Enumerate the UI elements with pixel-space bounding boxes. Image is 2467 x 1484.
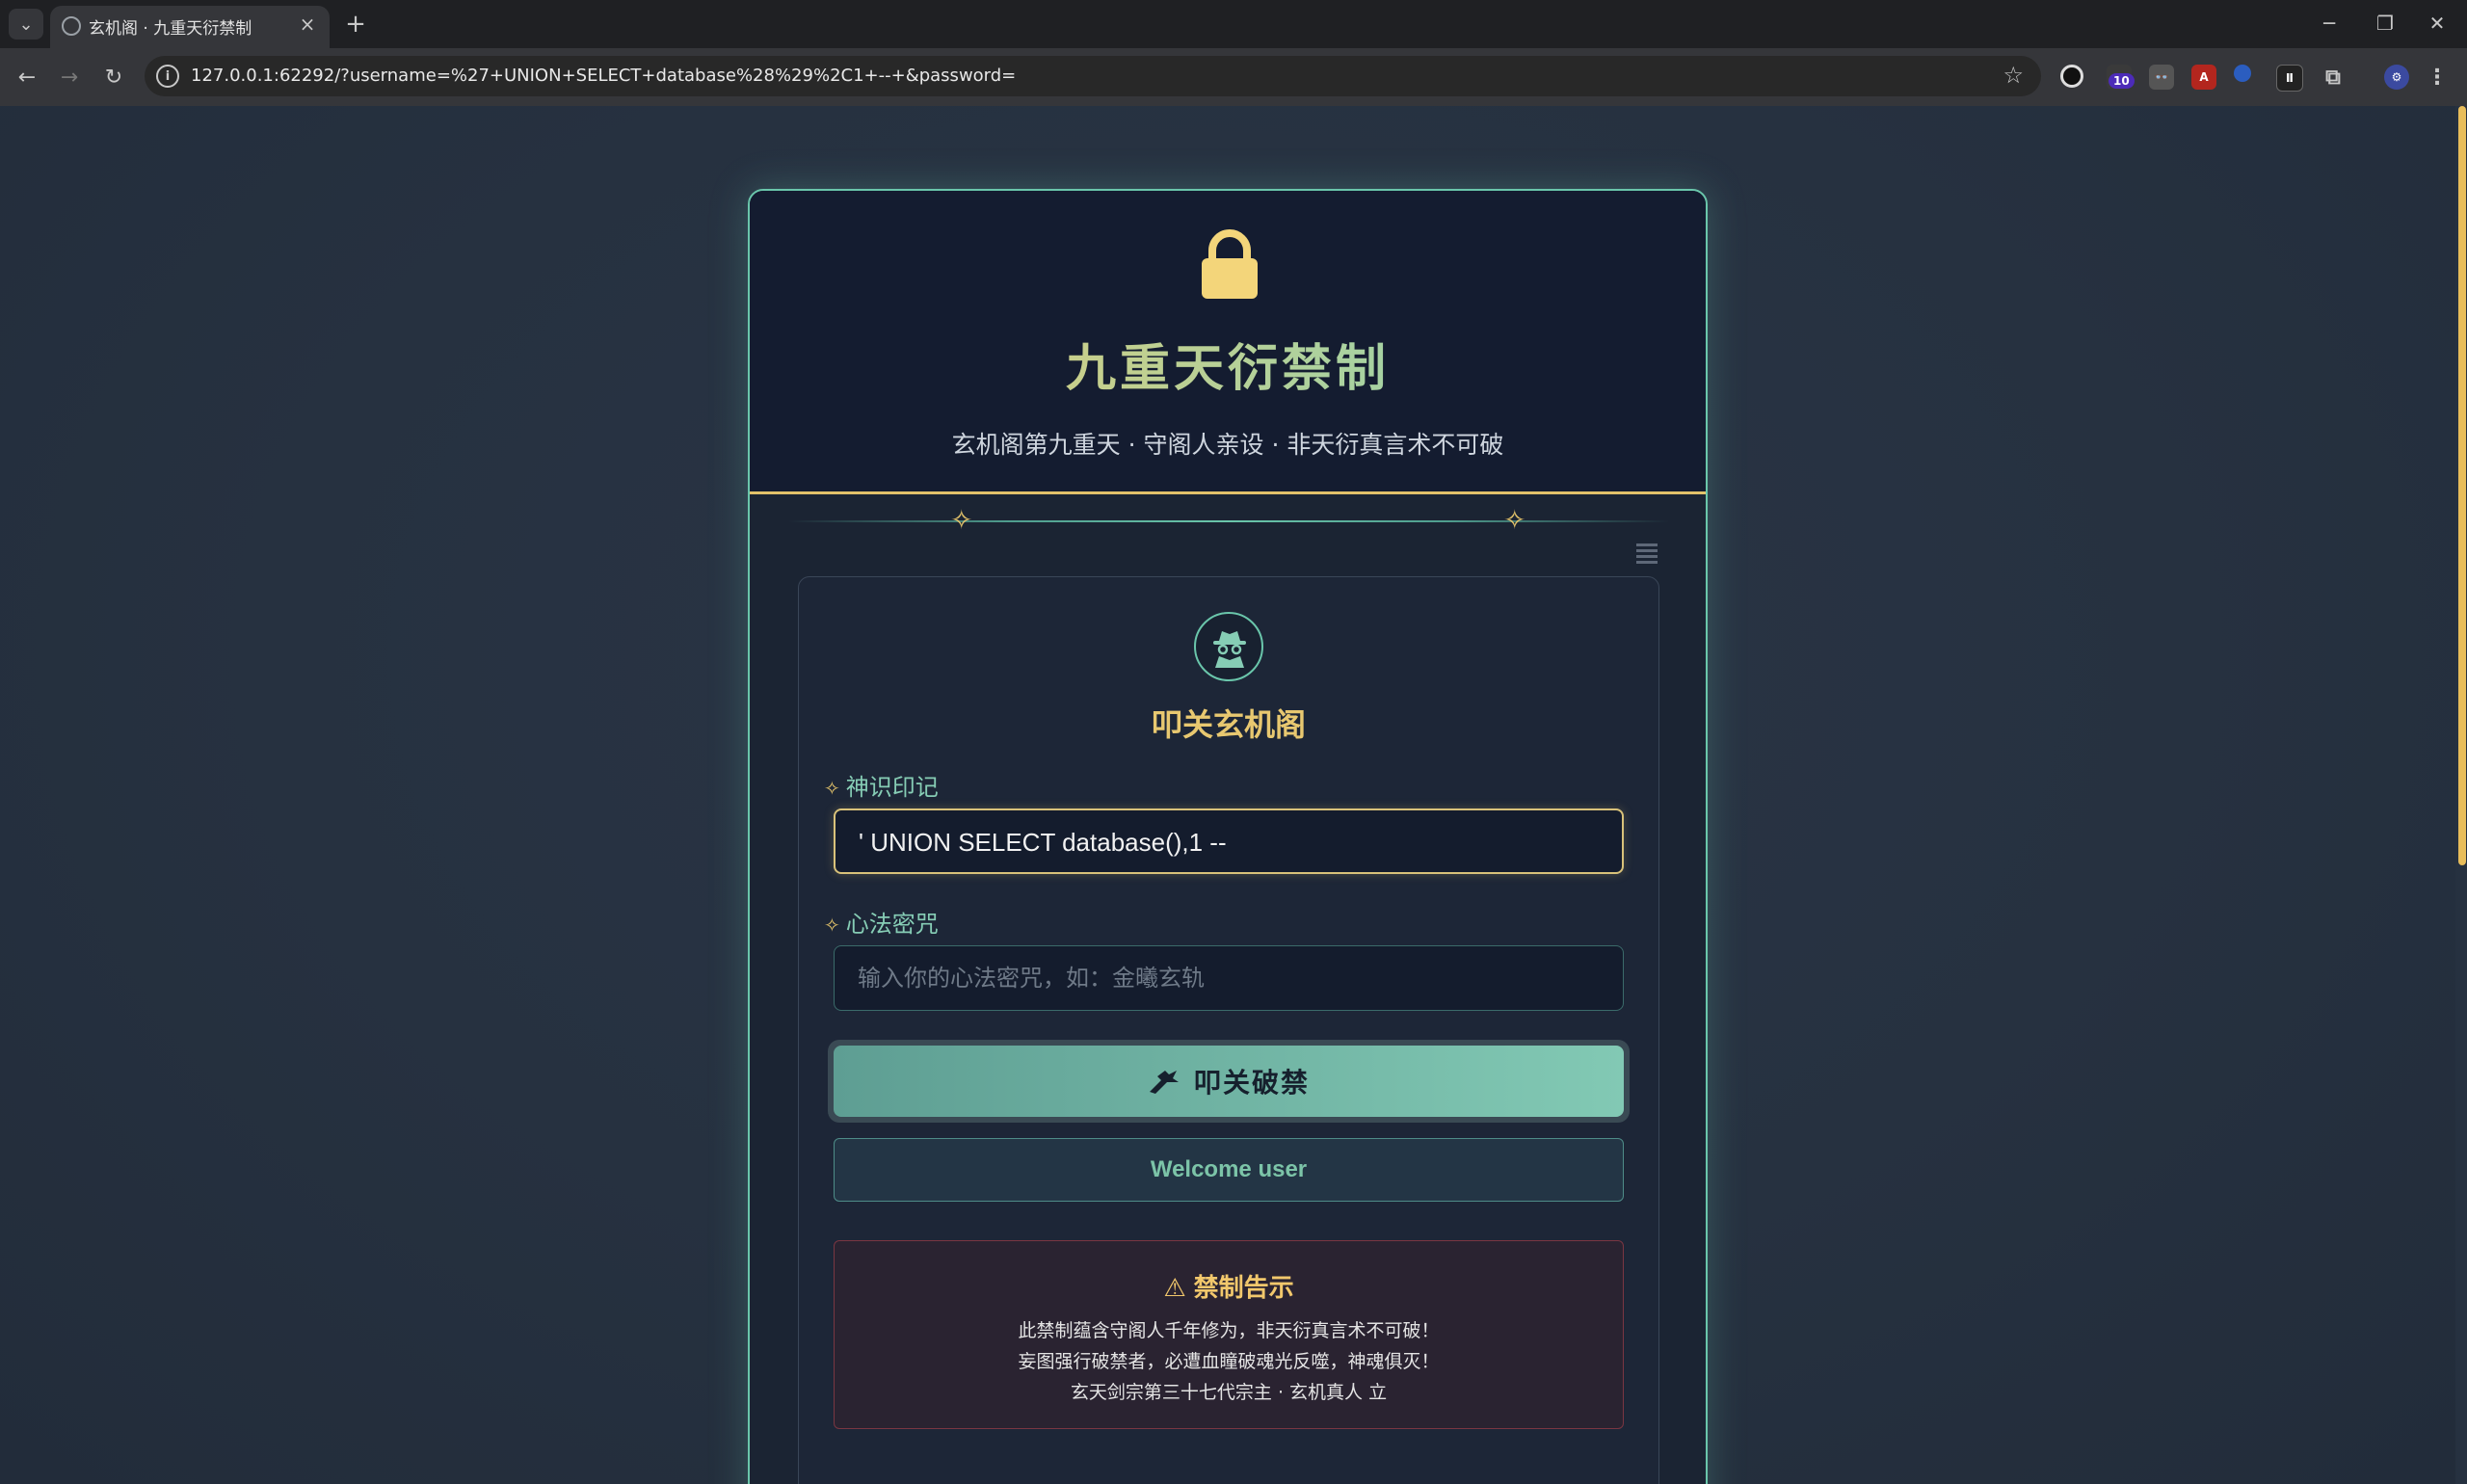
site-info-icon[interactable]: i (156, 65, 179, 88)
divider (788, 520, 1669, 522)
warning-line: 此禁制蕴含守阁人千年修为，非天衍真言术不可破！ (1018, 1320, 1440, 1341)
new-tab-button[interactable]: + (339, 8, 372, 40)
extension-glasses-icon[interactable]: 👓 (2149, 65, 2174, 90)
password-label: ✧ 心法密咒 (824, 911, 939, 938)
page-viewport: 九重天衍禁制 玄机阁第九重天 · 守阁人亲设 · 非天衍真言术不可破 ✧ ✧ 叩… (0, 106, 2455, 1484)
submit-button[interactable]: 叩关破禁 (834, 1046, 1624, 1117)
warning-line: 玄天剑宗第三十七代宗主 · 玄机真人 立 (1070, 1382, 1388, 1403)
restore-button[interactable]: ❐ (2363, 6, 2407, 40)
submit-button-wrapper: 叩关破禁 (828, 1040, 1630, 1123)
minimize-button[interactable]: ─ (2307, 6, 2351, 40)
browser-toolbar: ← → ↻ i 127.0.0.1:62292/?username=%27+UN… (0, 48, 2467, 106)
tab-search-button[interactable]: ⌄ (9, 9, 43, 40)
reload-button[interactable]: ↻ (96, 60, 131, 94)
browser-menu-icon[interactable]: ⋮ (2425, 65, 2450, 90)
menu-icon[interactable] (1636, 543, 1658, 565)
warning-notice: ⚠ 禁制告示 此禁制蕴含守阁人千年修为，非天衍真言术不可破！ 妄图强行破禁者，必遭… (834, 1240, 1624, 1429)
forward-button[interactable]: → (52, 60, 87, 94)
extension-blue-icon[interactable] (2234, 65, 2251, 82)
sparkle-icon: ✧ (824, 777, 840, 800)
address-bar[interactable]: i 127.0.0.1:62292/?username=%27+UNION+SE… (145, 56, 2041, 96)
sparkle-icon: ✧ (824, 914, 840, 937)
extensions-puzzle-icon[interactable]: ⧉ (2321, 65, 2346, 90)
form-title: 叩关玄机阁 (1151, 706, 1306, 743)
profile-avatar[interactable]: ⚙ (2384, 65, 2409, 90)
extension-pdf-icon[interactable]: A (2191, 65, 2216, 90)
spy-icon (1194, 612, 1263, 681)
warning-icon: ⚠ (1163, 1274, 1186, 1303)
swords-icon (1149, 1071, 1179, 1094)
extension-circle-icon[interactable] (2060, 65, 2083, 88)
browser-tab-bar: ⌄ 玄机阁 · 九重天衍禁制 × + ─ ❐ ✕ (0, 0, 2467, 48)
lock-icon (1202, 229, 1258, 299)
sparkle-icon: ✧ (950, 504, 973, 536)
page-scrollbar[interactable] (2455, 106, 2467, 1484)
result-message: Welcome user (834, 1138, 1624, 1202)
password-input[interactable]: 输入你的心法密咒，如：金曦玄轨 (834, 945, 1624, 1011)
login-card: 九重天衍禁制 玄机阁第九重天 · 守阁人亲设 · 非天衍真言术不可破 ✧ ✧ 叩… (748, 189, 1708, 1484)
card-header: 九重天衍禁制 玄机阁第九重天 · 守阁人亲设 · 非天衍真言术不可破 (750, 191, 1706, 494)
back-button[interactable]: ← (10, 60, 44, 94)
username-input[interactable]: ' UNION SELECT database(),1 -- (834, 808, 1624, 874)
page-title: 九重天衍禁制 (750, 328, 1706, 400)
globe-icon (62, 16, 81, 36)
sparkle-icon: ✧ (1503, 504, 1526, 536)
extension-badge: 10 (2109, 73, 2135, 89)
page-subtitle: 玄机阁第九重天 · 守阁人亲设 · 非天衍真言术不可破 (951, 431, 1504, 459)
warning-line: 妄图强行破禁者，必遭血瞳破魂光反噬，神魂俱灭！ (1018, 1351, 1440, 1372)
browser-tab[interactable]: 玄机阁 · 九重天衍禁制 × (50, 6, 330, 48)
bookmark-star-icon[interactable]: ☆ (2003, 62, 2024, 89)
url-text[interactable]: 127.0.0.1:62292/?username=%27+UNION+SELE… (191, 66, 1016, 86)
warning-title: ⚠ 禁制告示 (1163, 1274, 1294, 1303)
tab-close-icon[interactable]: × (295, 12, 320, 37)
username-label: ✧ 神识印记 (824, 774, 939, 801)
tab-title: 玄机阁 · 九重天衍禁制 (89, 19, 252, 39)
login-form-panel: 叩关玄机阁 ✧ 神识印记 ' UNION SELECT database(),1 … (798, 576, 1659, 1484)
submit-button-label: 叩关破禁 (1193, 1067, 1310, 1099)
scrollbar-thumb[interactable] (2458, 106, 2466, 865)
extension-dark-icon[interactable]: Ⅱ (2276, 65, 2303, 92)
close-window-button[interactable]: ✕ (2415, 6, 2459, 40)
